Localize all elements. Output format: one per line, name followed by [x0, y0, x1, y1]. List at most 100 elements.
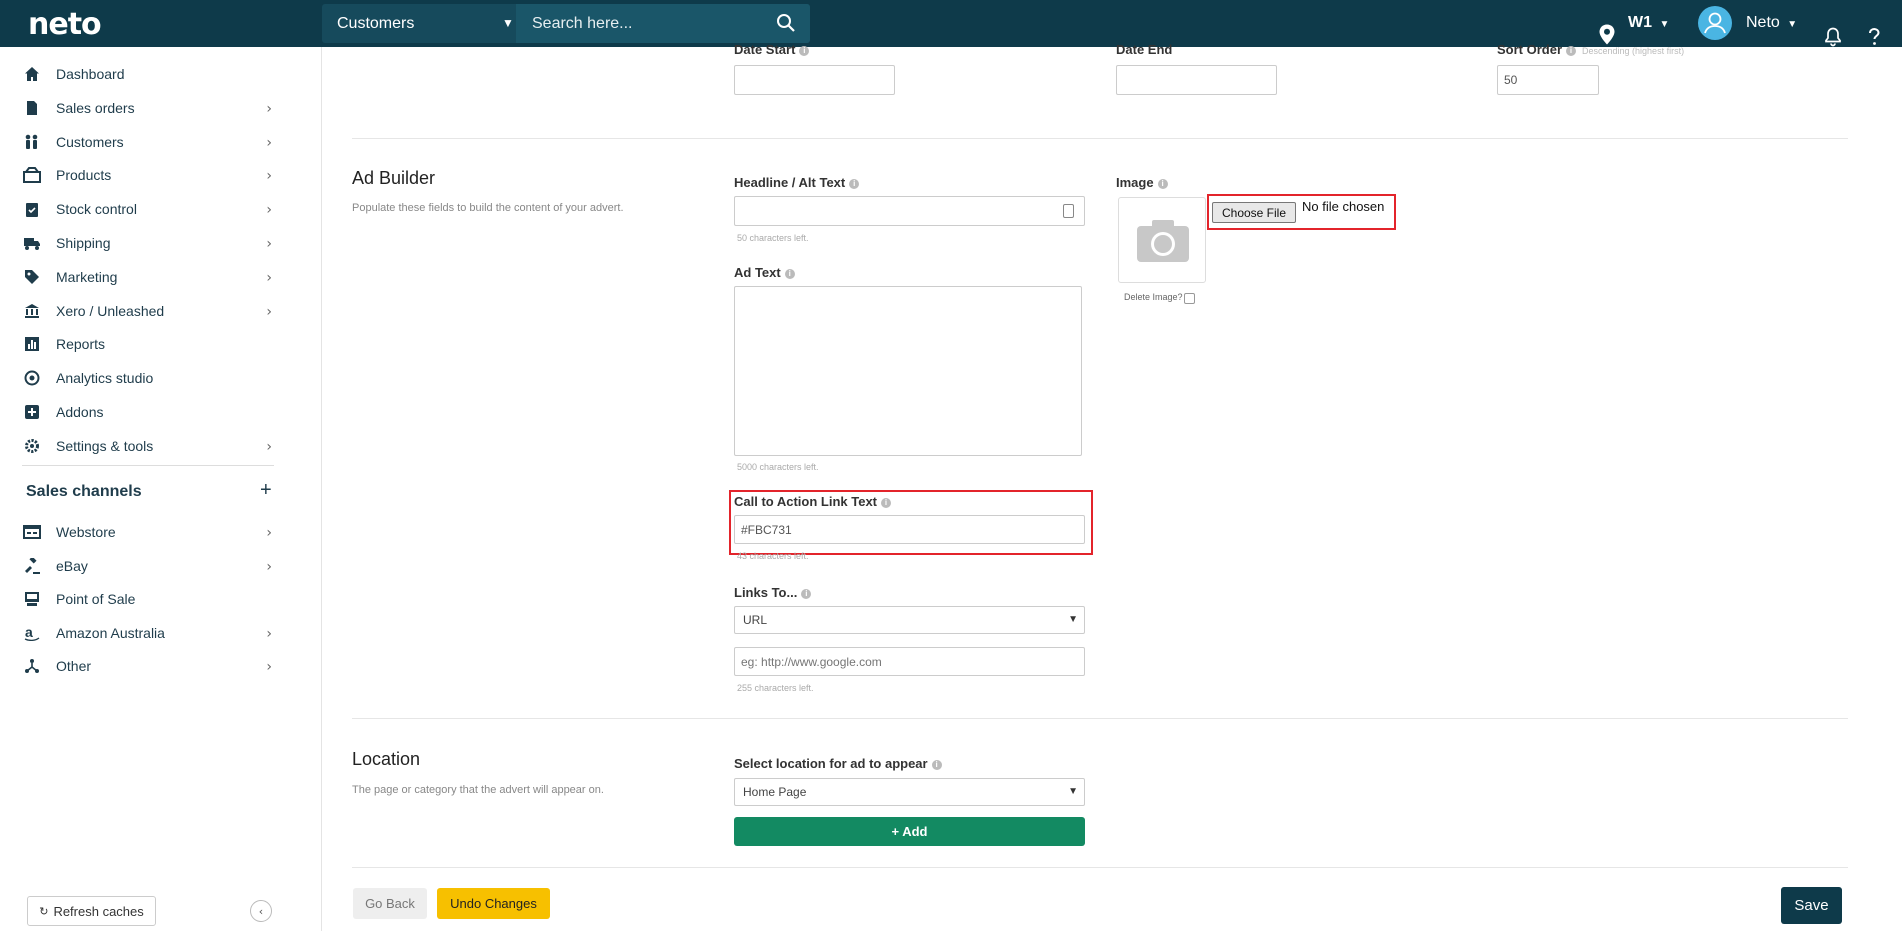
network-icon [22, 656, 42, 676]
divider [22, 465, 274, 466]
sidebar-item-analytics-studio[interactable]: Analytics studio [22, 363, 280, 393]
collapse-sidebar-button[interactable]: ‹ [250, 900, 272, 922]
sidebar-item-products[interactable]: Products › [22, 160, 280, 190]
chevron-right-icon: › [266, 269, 272, 286]
sidebar-item-label: Addons [56, 404, 104, 420]
sidebar-item-amazon-australia[interactable]: a Amazon Australia › [22, 618, 280, 648]
analytics-icon [22, 368, 42, 388]
chevron-right-icon: › [266, 134, 272, 151]
top-bar: neto Customers ▼ W1 ▼ Neto ▼ [0, 0, 1902, 47]
truck-icon [22, 233, 42, 253]
chevron-right-icon: › [266, 100, 272, 117]
sidebar-item-label: Shipping [56, 235, 111, 251]
refresh-icon: ↻ [39, 904, 49, 918]
sort-order-hint: Descending (highest first) [1582, 46, 1685, 56]
sidebar-item-settings-tools[interactable]: Settings & tools › [22, 431, 280, 461]
image-label: Image i [1116, 175, 1168, 190]
sidebar-item-xero-unleashed[interactable]: Xero / Unleashed › [22, 296, 280, 326]
document-icon [22, 98, 42, 118]
main-content: Date Start i Date End Sort Order i Descendi… [322, 42, 1902, 931]
ad-builder-description: Populate these fields to build the conte… [352, 202, 624, 214]
search-input[interactable] [516, 4, 810, 43]
sidebar-item-label: Other [56, 658, 92, 675]
go-back-button[interactable]: Go Back [353, 888, 427, 919]
cta-label-text: Call to Action Link Text [734, 494, 878, 509]
search-icon[interactable] [776, 13, 796, 33]
global-search: Customers ▼ [322, 4, 810, 43]
links-to-value: URL [743, 613, 768, 627]
cta-link-text-input[interactable] [734, 515, 1085, 544]
sidebar-item-reports[interactable]: Reports [22, 329, 280, 359]
chevron-right-icon: › [266, 625, 272, 642]
links-to-select[interactable]: URL ▼ [734, 606, 1085, 634]
sidebar: Dashboard Sales orders › Customers › Products… [0, 47, 322, 931]
sidebar-item-webstore[interactable]: Webstore › [22, 517, 280, 547]
sidebar-item-label: Products [56, 167, 112, 184]
sort-order-label: Sort Order i Descending (highest first) [1497, 42, 1684, 57]
sidebar-item-label: Analytics studio [56, 370, 154, 387]
url-input[interactable] [734, 647, 1085, 676]
sidebar-item-dashboard[interactable]: Dashboard [22, 59, 280, 89]
sidebar-item-point-of-sale[interactable]: Point of Sale [22, 584, 280, 614]
info-icon: i [1566, 46, 1577, 56]
sidebar-item-customers[interactable]: Customers › [22, 127, 280, 157]
sidebar-item-addons[interactable]: Addons [22, 397, 280, 427]
sidebar-item-label: Reports [56, 336, 106, 353]
links-to-label-text: Links To... [734, 585, 798, 600]
divider [352, 138, 1848, 139]
sidebar-item-other[interactable]: Other › [22, 651, 280, 681]
box-icon [22, 165, 42, 185]
caret-down-icon: ▼ [1659, 19, 1670, 30]
date-end-input[interactable] [1116, 65, 1277, 95]
sidebar-item-sales-orders[interactable]: Sales orders › [22, 93, 280, 123]
headline-label-text: Headline / Alt Text [734, 175, 846, 190]
ad-text-textarea[interactable] [734, 286, 1082, 456]
sidebar-item-label: Point of Sale [56, 591, 136, 608]
plus-square-icon [22, 402, 42, 422]
date-start-label-text: Date Start [734, 42, 796, 57]
sidebar-item-ebay[interactable]: eBay › [22, 551, 280, 581]
amazon-icon: a [22, 623, 42, 643]
search-scope-select[interactable]: Customers [337, 15, 414, 33]
add-location-button[interactable]: + Add [734, 817, 1085, 846]
svg-text:a: a [25, 625, 33, 640]
sort-order-label-text: Sort Order [1497, 42, 1563, 57]
sort-order-input[interactable] [1497, 65, 1599, 95]
sidebar-item-label: Webstore [56, 524, 116, 540]
avatar[interactable] [1698, 6, 1732, 40]
choose-file-button[interactable]: Choose File [1212, 202, 1296, 223]
headline-hint: 50 characters left. [737, 233, 809, 243]
url-hint: 255 characters left. [737, 683, 814, 693]
add-channel-button[interactable]: + [260, 479, 272, 502]
contact-card-icon [1063, 204, 1074, 218]
home-icon [22, 64, 42, 84]
ad-text-label: Ad Text i [734, 265, 795, 280]
headline-input[interactable] [734, 196, 1085, 226]
save-button[interactable]: Save [1781, 887, 1842, 924]
chevron-right-icon: › [266, 438, 272, 455]
gear-icon [22, 436, 42, 456]
chevron-right-icon: › [266, 236, 272, 252]
neto-logo[interactable]: neto [28, 7, 102, 42]
location-description: The page or category that the advert wil… [352, 784, 604, 796]
caret-down-icon[interactable]: ▼ [502, 16, 514, 30]
sidebar-item-stock-control[interactable]: Stock control › [22, 194, 280, 224]
pos-icon [22, 589, 42, 609]
location-select[interactable]: Home Page ▼ [734, 778, 1085, 806]
sidebar-item-label: Dashboard [56, 66, 125, 82]
sidebar-item-marketing[interactable]: Marketing › [22, 262, 280, 292]
user-icon [1704, 12, 1726, 34]
delete-image-checkbox[interactable] [1184, 293, 1195, 304]
caret-down-icon: ▼ [1068, 786, 1078, 797]
sidebar-item-label: Amazon Australia [56, 624, 165, 641]
location-select-label-text: Select location for ad to appear [734, 756, 928, 771]
undo-changes-button[interactable]: Undo Changes [437, 888, 550, 919]
sidebar-item-label: Marketing [56, 268, 118, 285]
sidebar-item-shipping[interactable]: Shipping › [22, 228, 280, 258]
info-icon: i [784, 269, 795, 279]
chevron-right-icon: › [266, 659, 272, 676]
date-start-input[interactable] [734, 65, 895, 95]
sales-channels-title: Sales channels [26, 483, 142, 500]
delete-image-label: Delete Image? [1124, 292, 1183, 302]
refresh-caches-button[interactable]: ↻ Refresh caches [27, 896, 156, 926]
